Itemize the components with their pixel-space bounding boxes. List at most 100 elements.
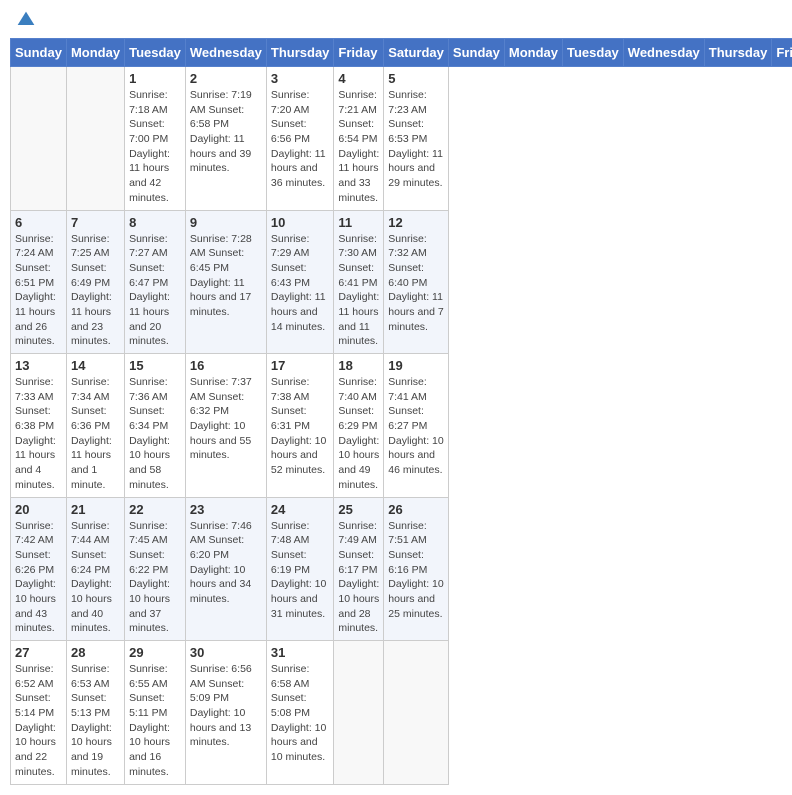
day-info: Sunrise: 7:25 AM Sunset: 6:49 PM Dayligh…: [71, 232, 120, 350]
calendar-cell: 10 Sunrise: 7:29 AM Sunset: 6:43 PM Dayli…: [266, 210, 334, 354]
calendar-cell: 1 Sunrise: 7:18 AM Sunset: 7:00 PM Daylig…: [125, 67, 186, 211]
calendar-cell: 23 Sunrise: 7:46 AM Sunset: 6:20 PM Dayli…: [185, 497, 266, 641]
day-number: 5: [388, 71, 444, 86]
day-of-week-header: Saturday: [384, 39, 449, 67]
day-info: Sunrise: 7:27 AM Sunset: 6:47 PM Dayligh…: [129, 232, 181, 350]
day-info: Sunrise: 7:23 AM Sunset: 6:53 PM Dayligh…: [388, 88, 444, 191]
day-info: Sunrise: 7:18 AM Sunset: 7:00 PM Dayligh…: [129, 88, 181, 206]
day-info: Sunrise: 6:55 AM Sunset: 5:11 PM Dayligh…: [129, 662, 181, 780]
day-info: Sunrise: 7:37 AM Sunset: 6:32 PM Dayligh…: [190, 375, 262, 463]
calendar-cell: 25 Sunrise: 7:49 AM Sunset: 6:17 PM Dayli…: [334, 497, 384, 641]
day-of-week-header: Wednesday: [623, 39, 704, 67]
calendar-cell: 17 Sunrise: 7:38 AM Sunset: 6:31 PM Dayli…: [266, 354, 334, 498]
day-info: Sunrise: 7:30 AM Sunset: 6:41 PM Dayligh…: [338, 232, 379, 350]
calendar-cell: 3 Sunrise: 7:20 AM Sunset: 6:56 PM Daylig…: [266, 67, 334, 211]
calendar-cell: 12Sunrise: 7:32 AM Sunset: 6:40 PM Dayli…: [384, 210, 449, 354]
calendar-cell: 29 Sunrise: 6:55 AM Sunset: 5:11 PM Dayli…: [125, 641, 186, 785]
day-info: Sunrise: 7:46 AM Sunset: 6:20 PM Dayligh…: [190, 519, 262, 607]
day-info: Sunrise: 7:34 AM Sunset: 6:36 PM Dayligh…: [71, 375, 120, 493]
day-number: 2: [190, 71, 262, 86]
calendar-cell: 27 Sunrise: 6:52 AM Sunset: 5:14 PM Dayli…: [11, 641, 67, 785]
day-number: 18: [338, 358, 379, 373]
day-number: 17: [271, 358, 330, 373]
page-header: [10, 10, 782, 30]
calendar-cell: 30Sunrise: 6:56 AM Sunset: 5:09 PM Dayli…: [185, 641, 266, 785]
day-number: 23: [190, 502, 262, 517]
day-number: 30: [190, 645, 262, 660]
day-number: 15: [129, 358, 181, 373]
day-of-week-header: Tuesday: [125, 39, 186, 67]
calendar-cell: [66, 67, 124, 211]
day-number: 29: [129, 645, 181, 660]
day-of-week-header: Thursday: [704, 39, 772, 67]
day-number: 20: [15, 502, 62, 517]
day-info: Sunrise: 7:38 AM Sunset: 6:31 PM Dayligh…: [271, 375, 330, 478]
calendar-cell: 8 Sunrise: 7:27 AM Sunset: 6:47 PM Daylig…: [125, 210, 186, 354]
calendar-cell: 6 Sunrise: 7:24 AM Sunset: 6:51 PM Daylig…: [11, 210, 67, 354]
calendar-week-row: 13Sunrise: 7:33 AM Sunset: 6:38 PM Dayli…: [11, 354, 792, 498]
calendar-cell: 9 Sunrise: 7:28 AM Sunset: 6:45 PM Daylig…: [185, 210, 266, 354]
day-info: Sunrise: 6:52 AM Sunset: 5:14 PM Dayligh…: [15, 662, 62, 780]
day-number: 10: [271, 215, 330, 230]
calendar-cell: 11 Sunrise: 7:30 AM Sunset: 6:41 PM Dayli…: [334, 210, 384, 354]
day-info: Sunrise: 7:21 AM Sunset: 6:54 PM Dayligh…: [338, 88, 379, 206]
day-info: Sunrise: 6:53 AM Sunset: 5:13 PM Dayligh…: [71, 662, 120, 780]
calendar-cell: 26Sunrise: 7:51 AM Sunset: 6:16 PM Dayli…: [384, 497, 449, 641]
day-info: Sunrise: 7:28 AM Sunset: 6:45 PM Dayligh…: [190, 232, 262, 320]
day-number: 3: [271, 71, 330, 86]
calendar-cell: 14 Sunrise: 7:34 AM Sunset: 6:36 PM Dayli…: [66, 354, 124, 498]
day-info: Sunrise: 7:20 AM Sunset: 6:56 PM Dayligh…: [271, 88, 330, 191]
calendar-cell: 2 Sunrise: 7:19 AM Sunset: 6:58 PM Daylig…: [185, 67, 266, 211]
day-number: 8: [129, 215, 181, 230]
day-info: Sunrise: 7:42 AM Sunset: 6:26 PM Dayligh…: [15, 519, 62, 637]
day-of-week-header: Tuesday: [563, 39, 624, 67]
day-info: Sunrise: 7:32 AM Sunset: 6:40 PM Dayligh…: [388, 232, 444, 335]
day-number: 21: [71, 502, 120, 517]
calendar-table: SundayMondayTuesdayWednesdayThursdayFrid…: [10, 38, 792, 785]
calendar-week-row: 20 Sunrise: 7:42 AM Sunset: 6:26 PM Dayli…: [11, 497, 792, 641]
day-of-week-header: Friday: [772, 39, 792, 67]
day-info: Sunrise: 7:44 AM Sunset: 6:24 PM Dayligh…: [71, 519, 120, 637]
calendar-cell: 4Sunrise: 7:21 AM Sunset: 6:54 PM Daylig…: [334, 67, 384, 211]
day-info: Sunrise: 7:49 AM Sunset: 6:17 PM Dayligh…: [338, 519, 379, 637]
calendar-cell: [11, 67, 67, 211]
day-number: 7: [71, 215, 120, 230]
day-number: 14: [71, 358, 120, 373]
logo: [14, 10, 36, 30]
day-number: 6: [15, 215, 62, 230]
day-info: Sunrise: 7:24 AM Sunset: 6:51 PM Dayligh…: [15, 232, 62, 350]
calendar-cell: 19 Sunrise: 7:41 AM Sunset: 6:27 PM Dayli…: [384, 354, 449, 498]
calendar-cell: 22Sunrise: 7:45 AM Sunset: 6:22 PM Dayli…: [125, 497, 186, 641]
day-info: Sunrise: 7:19 AM Sunset: 6:58 PM Dayligh…: [190, 88, 262, 176]
day-number: 27: [15, 645, 62, 660]
day-of-week-header: Monday: [66, 39, 124, 67]
calendar-cell: 13Sunrise: 7:33 AM Sunset: 6:38 PM Dayli…: [11, 354, 67, 498]
calendar-cell: 5 Sunrise: 7:23 AM Sunset: 6:53 PM Daylig…: [384, 67, 449, 211]
day-number: 1: [129, 71, 181, 86]
day-info: Sunrise: 7:40 AM Sunset: 6:29 PM Dayligh…: [338, 375, 379, 493]
day-number: 28: [71, 645, 120, 660]
day-number: 19: [388, 358, 444, 373]
day-number: 25: [338, 502, 379, 517]
day-number: 9: [190, 215, 262, 230]
day-info: Sunrise: 6:58 AM Sunset: 5:08 PM Dayligh…: [271, 662, 330, 765]
calendar-cell: 31Sunrise: 6:58 AM Sunset: 5:08 PM Dayli…: [266, 641, 334, 785]
day-number: 24: [271, 502, 330, 517]
calendar-cell: 16 Sunrise: 7:37 AM Sunset: 6:32 PM Dayli…: [185, 354, 266, 498]
day-of-week-header: Monday: [504, 39, 562, 67]
day-of-week-header: Thursday: [266, 39, 334, 67]
day-of-week-header: Sunday: [11, 39, 67, 67]
day-number: 11: [338, 215, 379, 230]
day-number: 22: [129, 502, 181, 517]
calendar-cell: [334, 641, 384, 785]
calendar-cell: 28 Sunrise: 6:53 AM Sunset: 5:13 PM Dayli…: [66, 641, 124, 785]
day-info: Sunrise: 7:48 AM Sunset: 6:19 PM Dayligh…: [271, 519, 330, 622]
day-info: Sunrise: 7:29 AM Sunset: 6:43 PM Dayligh…: [271, 232, 330, 335]
day-of-week-header: Sunday: [448, 39, 504, 67]
calendar-cell: 15Sunrise: 7:36 AM Sunset: 6:34 PM Dayli…: [125, 354, 186, 498]
day-info: Sunrise: 7:41 AM Sunset: 6:27 PM Dayligh…: [388, 375, 444, 478]
calendar-cell: 18 Sunrise: 7:40 AM Sunset: 6:29 PM Dayli…: [334, 354, 384, 498]
day-info: Sunrise: 7:51 AM Sunset: 6:16 PM Dayligh…: [388, 519, 444, 622]
day-of-week-header: Friday: [334, 39, 384, 67]
day-number: 16: [190, 358, 262, 373]
